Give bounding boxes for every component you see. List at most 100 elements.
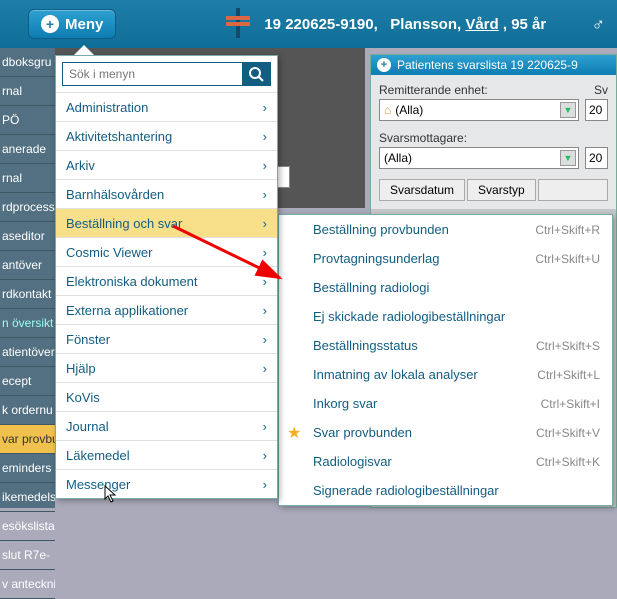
chevron-right-icon: › [263,448,267,463]
sv-label: Sv [594,83,608,97]
submenu-item-shortcut: Ctrl+Skift+K [536,455,600,469]
chevron-right-icon: › [263,129,267,144]
menu-item-label: KoVis [66,390,100,405]
main-menu: Administration › Aktivitetshantering › Arkiv… [55,55,278,499]
submenu-item[interactable]: RadiologisvarCtrl+Skift+K [279,447,612,476]
menu-item-label: Beställning och svar [66,216,182,231]
leftnav-item[interactable]: n översikt [0,309,55,338]
tab-svarstyp[interactable]: Svarstyp [467,179,536,201]
patient-id: 19 220625-9190, [264,16,377,33]
submenu-item[interactable]: Ej skickade radiologibeställningar [279,302,612,331]
leftnav-item[interactable]: k ordernu [0,396,55,425]
menu-item[interactable]: Hjälp› [56,353,277,382]
menu-item[interactable]: Cosmic Viewer› [56,237,277,266]
year-input-2[interactable]: 20 [585,147,608,169]
leftnav-item[interactable]: atientövers [0,338,55,367]
menu-item-label: Arkiv [66,158,95,173]
recipient-value: (Alla) [384,151,412,165]
chevron-right-icon: › [263,216,267,231]
submenu-item[interactable]: Signerade radiologibeställningar [279,476,612,505]
menu-item-label: Journal [66,419,109,434]
chevron-right-icon: › [263,477,267,492]
submenu-item-label: Signerade radiologibeställningar [313,483,499,498]
submenu-item[interactable]: ProvtagningsunderlagCtrl+Skift+U [279,244,612,273]
leftnav-item[interactable]: rnal [0,164,55,193]
tab-blank[interactable] [538,179,608,201]
leftnav-item[interactable]: rdkontakt [0,280,55,309]
menu-item-label: Elektroniska dokument [66,274,198,289]
year-input-1[interactable]: 20 [585,99,608,121]
menu-item[interactable]: Aktivitetshantering › [56,121,277,150]
submenu-item-label: Beställning radiologi [313,280,429,295]
menu-item[interactable]: Elektroniska dokument› [56,266,277,295]
leftnav-item[interactable]: anerade [0,135,55,164]
menu-item-label: Messenger [66,477,130,492]
search-button[interactable] [242,63,270,85]
remitting-unit-select[interactable]: ⌂ (Alla) ▼ [379,99,579,121]
menu-item[interactable]: Journal › [56,411,277,440]
chevron-right-icon: › [263,332,267,347]
menu-item[interactable]: KoVis [56,382,277,411]
menu-item[interactable]: Barnhälsovården› [56,179,277,208]
menu-button-label: Meny [65,16,103,33]
right-panel-title: Patientens svarslista 19 220625-9 [397,58,578,72]
menu-item[interactable]: Fönster › [56,324,277,353]
menu-item[interactable]: Läkemedel› [56,440,277,469]
menu-search-input[interactable] [63,63,242,85]
chevron-right-icon: › [263,187,267,202]
leftnav-item[interactable]: PÖ [0,106,55,135]
menu-button[interactable]: + Meny [28,9,116,39]
search-icon [248,66,264,82]
leftnav-item[interactable]: esökslista [0,512,55,541]
submenu-item-label: Beställningsstatus [313,338,418,353]
menu-search[interactable] [62,62,271,86]
leftnav-item[interactable]: var provbu [0,425,55,454]
submenu-item[interactable]: Beställning radiologi [279,273,612,302]
submenu-item[interactable]: ★Svar provbundenCtrl+Skift+V [279,418,612,447]
menu-item[interactable]: Externa applikationer› [56,295,277,324]
leftnav-item[interactable]: slut R7e- [0,541,55,570]
submenu-item-label: Inmatning av lokala analyser [313,367,478,382]
menu-item-label: Administration [66,100,148,115]
leftnav-item[interactable]: dboksgru [0,48,55,77]
patient-info: 19 220625-9190, Plansson, Vård , 95 år [264,16,546,33]
patient-age: , 95 år [503,16,546,33]
recipient-select[interactable]: (Alla) ▼ [379,147,579,169]
submenu-item-shortcut: Ctrl+Skift+R [535,223,600,237]
menu-item[interactable]: Administration › [56,92,277,121]
leftnav-item[interactable]: eminders [0,454,55,483]
submenu-item-label: Beställning provbunden [313,222,449,237]
menu-pointer-icon [74,45,94,55]
remitting-unit-label: Remitterande enhet: [379,83,488,97]
menu-item[interactable]: Beställning och svar › [56,208,277,237]
tab-svarsdatum[interactable]: Svarsdatum [379,179,465,201]
menu-item[interactable]: Messenger › [56,469,277,498]
recipient-label: Svarsmottagare: [379,131,467,145]
submenu-item[interactable]: Inmatning av lokala analyser Ctrl+Skift+L [279,360,612,389]
leftnav-item[interactable]: antöver [0,251,55,280]
submenu-item-shortcut: Ctrl+Skift+L [537,368,600,382]
menu-item-label: Externa applikationer [66,303,188,318]
submenu: Beställning provbunden Ctrl+Skift+R Provta… [278,214,613,506]
house-icon: ⌂ [384,103,391,117]
right-panel-title-bar: + Patientens svarslista 19 220625-9 [371,55,616,75]
submenu-item-shortcut: Ctrl+Skift+I [541,397,600,411]
leftnav-item[interactable]: rnal [0,77,55,106]
star-icon: ★ [287,423,301,443]
patient-name: Plansson, [390,16,461,33]
leftnav-item[interactable]: ecept [0,367,55,396]
submenu-item-label: Svar provbunden [313,425,412,440]
chevron-right-icon: › [263,100,267,115]
submenu-item[interactable]: BeställningsstatusCtrl+Skift+S [279,331,612,360]
submenu-item[interactable]: Inkorg svarCtrl+Skift+I [279,389,612,418]
chevron-right-icon: › [263,361,267,376]
menu-item-label: Aktivitetshantering [66,129,172,144]
leftnav-item[interactable]: v antecknin [0,570,55,599]
menu-item[interactable]: Arkiv› [56,150,277,179]
leftnav-item[interactable]: rdprocess [0,193,55,222]
leftnav-item[interactable]: aseditor [0,222,55,251]
chevron-right-icon: › [263,419,267,434]
emblem-icon [226,8,250,41]
menu-item-label: Fönster [66,332,110,347]
submenu-item[interactable]: Beställning provbunden Ctrl+Skift+R [279,215,612,244]
